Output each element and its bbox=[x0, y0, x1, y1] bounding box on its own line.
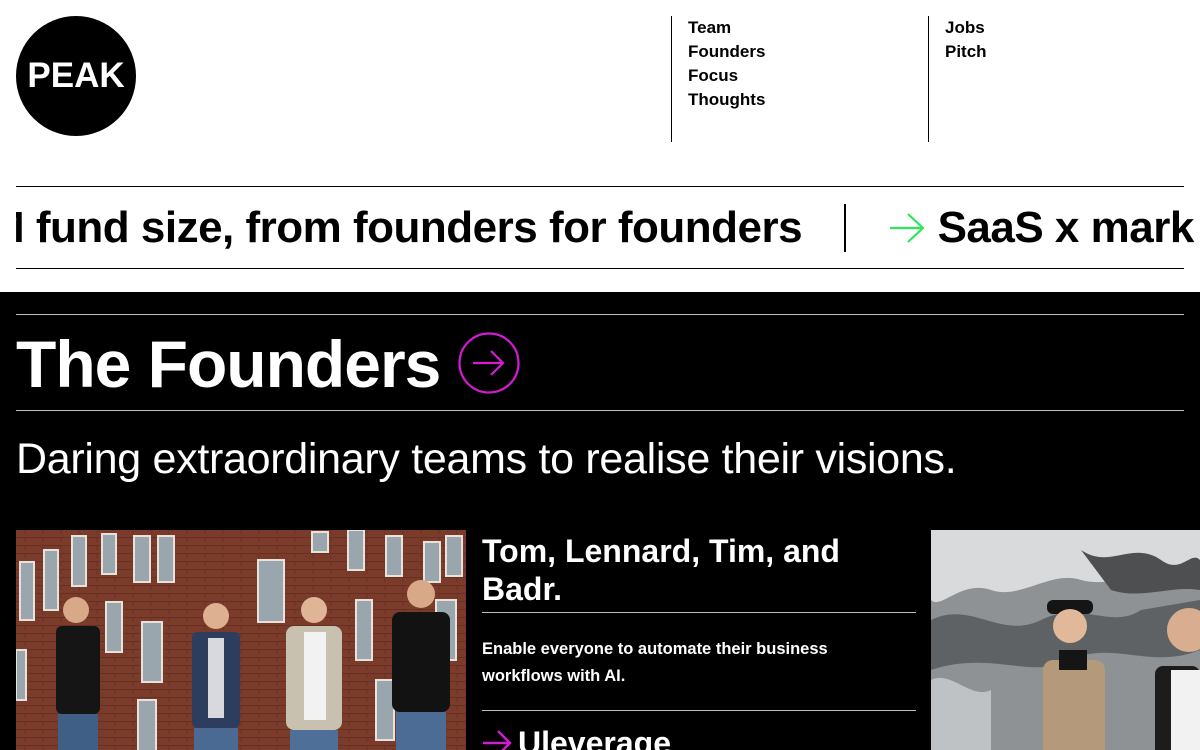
divider bbox=[482, 710, 916, 711]
founders-photo-illustration bbox=[931, 530, 1200, 750]
ticker-track: M fund size, from founders for founders … bbox=[16, 187, 1200, 268]
peak-logo[interactable]: PEAK bbox=[16, 16, 136, 136]
ticker-item-fund: M fund size, from founders for founders bbox=[16, 203, 803, 252]
founders-section: The Founders Daring extraordinary teams … bbox=[0, 292, 1200, 750]
arrow-right-circle-icon[interactable] bbox=[458, 332, 520, 394]
nav-link-thoughts[interactable]: Thoughts bbox=[688, 88, 765, 112]
section-title[interactable]: The Founders bbox=[16, 328, 441, 400]
ticker-divider bbox=[844, 204, 846, 252]
nav-link-focus[interactable]: Focus bbox=[688, 64, 765, 88]
arrow-right-icon bbox=[889, 213, 925, 243]
company-link[interactable]: Uleverage bbox=[482, 724, 671, 750]
company-name: Uleverage bbox=[518, 725, 671, 750]
founder-names: Tom, Lennard, Tim, and Badr. bbox=[482, 533, 840, 607]
main-nav-primary: Team Founders Focus Thoughts bbox=[671, 16, 765, 142]
ticker-inner: M fund size, from founders for founders … bbox=[16, 201, 1194, 255]
nav-link-jobs[interactable]: Jobs bbox=[945, 16, 987, 40]
nav-link-team[interactable]: Team bbox=[688, 16, 765, 40]
section-tagline: Daring extraordinary teams to realise th… bbox=[16, 435, 957, 483]
founders-photo-next[interactable] bbox=[931, 530, 1200, 750]
divider bbox=[16, 410, 1184, 411]
divider bbox=[482, 612, 916, 613]
ticker-item-saas: SaaS x mark bbox=[937, 203, 1195, 252]
divider bbox=[16, 314, 1184, 315]
marquee-ticker: M fund size, from founders for founders … bbox=[16, 186, 1194, 269]
nav-link-pitch[interactable]: Pitch bbox=[945, 40, 987, 64]
main-nav-secondary: Jobs Pitch bbox=[928, 16, 987, 142]
founders-photo[interactable] bbox=[16, 530, 466, 750]
founder-description: Enable everyone to automate their busine… bbox=[482, 640, 828, 685]
arrow-right-icon bbox=[483, 730, 512, 750]
founders-photo-illustration bbox=[16, 530, 466, 750]
nav-link-founders[interactable]: Founders bbox=[688, 40, 765, 64]
